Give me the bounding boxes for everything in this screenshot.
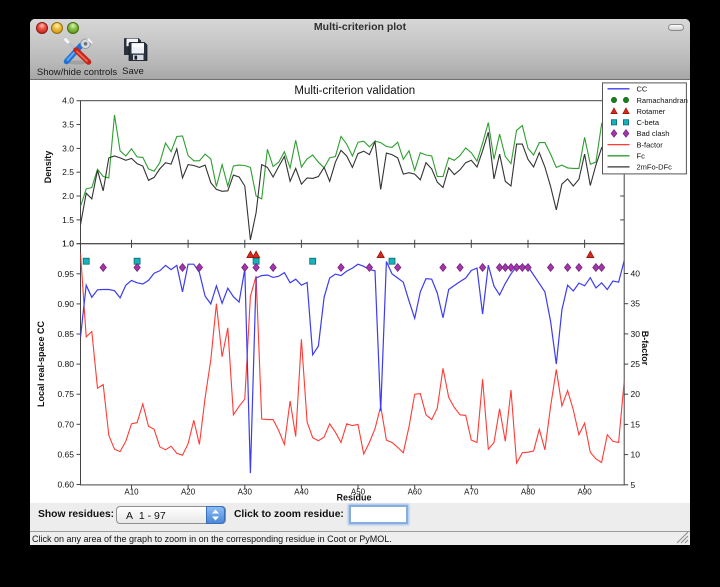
svg-text:A60: A60 bbox=[408, 488, 423, 497]
svg-text:0.65: 0.65 bbox=[57, 449, 74, 459]
svg-text:20: 20 bbox=[631, 389, 641, 399]
svg-text:4.0: 4.0 bbox=[62, 96, 74, 106]
svg-text:A30: A30 bbox=[238, 488, 253, 497]
svg-text:A10: A10 bbox=[124, 488, 139, 497]
svg-text:15: 15 bbox=[631, 419, 641, 429]
svg-text:40: 40 bbox=[631, 269, 641, 279]
svg-text:1.0: 1.0 bbox=[62, 239, 74, 249]
svg-text:30: 30 bbox=[631, 329, 641, 339]
svg-text:25: 25 bbox=[631, 359, 641, 369]
svg-text:Multi-criterion validation: Multi-criterion validation bbox=[294, 85, 415, 97]
svg-text:3.0: 3.0 bbox=[62, 143, 74, 153]
svg-text:2.5: 2.5 bbox=[62, 167, 74, 177]
svg-text:B-factor: B-factor bbox=[640, 331, 650, 366]
svg-text:Bad clash: Bad clash bbox=[637, 129, 670, 138]
svg-text:A20: A20 bbox=[181, 488, 196, 497]
svg-text:2.0: 2.0 bbox=[62, 191, 74, 201]
svg-text:B-factor: B-factor bbox=[637, 140, 664, 149]
svg-text:Local real-space CC: Local real-space CC bbox=[36, 320, 46, 407]
svg-text:Rotamer: Rotamer bbox=[637, 107, 666, 116]
svg-text:1.5: 1.5 bbox=[62, 215, 74, 225]
svg-text:0.90: 0.90 bbox=[57, 299, 74, 309]
svg-text:A80: A80 bbox=[521, 488, 536, 497]
svg-text:0.80: 0.80 bbox=[57, 359, 74, 369]
svg-text:0.60: 0.60 bbox=[57, 480, 74, 490]
svg-text:0.70: 0.70 bbox=[57, 419, 74, 429]
svg-text:A90: A90 bbox=[577, 488, 592, 497]
svg-text:Ramachandran: Ramachandran bbox=[637, 96, 688, 105]
svg-text:35: 35 bbox=[631, 299, 641, 309]
svg-text:Density: Density bbox=[43, 151, 53, 184]
svg-text:0.75: 0.75 bbox=[57, 389, 74, 399]
svg-text:A70: A70 bbox=[464, 488, 479, 497]
svg-text:10: 10 bbox=[631, 450, 641, 460]
svg-text:2mFo-DFc: 2mFo-DFc bbox=[637, 163, 673, 172]
svg-text:5: 5 bbox=[631, 480, 636, 490]
svg-text:0.85: 0.85 bbox=[57, 329, 74, 339]
svg-text:0.95: 0.95 bbox=[57, 269, 74, 279]
svg-text:C-beta: C-beta bbox=[637, 118, 660, 127]
svg-text:CC: CC bbox=[637, 85, 648, 94]
svg-text:3.5: 3.5 bbox=[62, 120, 74, 130]
svg-text:Fc: Fc bbox=[637, 152, 646, 161]
svg-text:A40: A40 bbox=[294, 488, 309, 497]
svg-text:Residue: Residue bbox=[336, 493, 371, 503]
